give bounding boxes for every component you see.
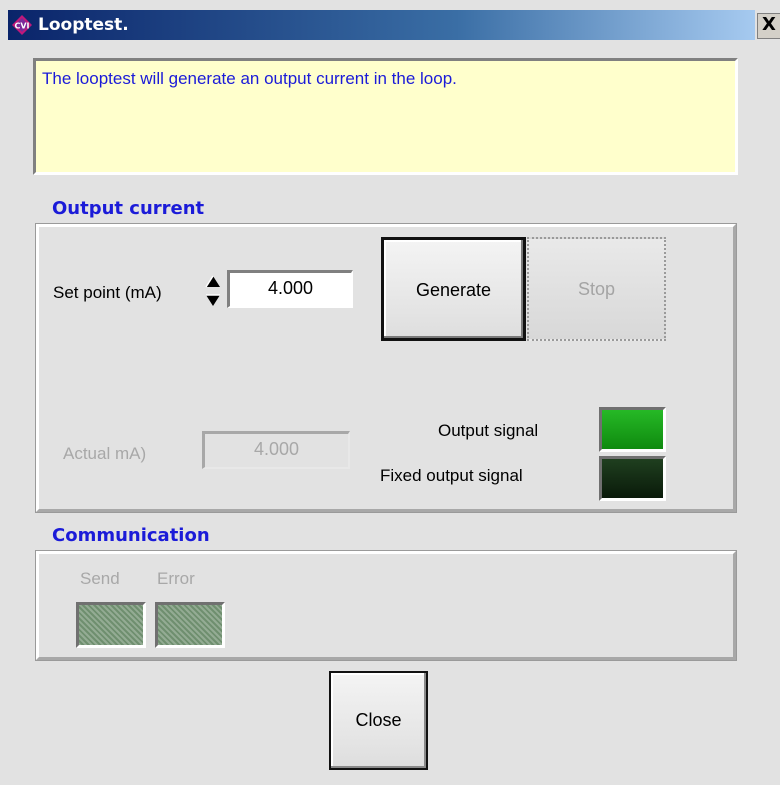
generate-button[interactable]: Generate	[381, 237, 526, 341]
spinner-down-arrow-icon[interactable]	[204, 292, 222, 308]
actual-ma-value: 4.000	[202, 431, 350, 469]
svg-text:CVI: CVI	[14, 22, 29, 31]
close-window-button[interactable]: X	[757, 13, 780, 39]
send-indicator-led	[76, 602, 146, 648]
window-title: Looptest.	[38, 15, 129, 35]
output-current-section-label: Output current	[52, 198, 205, 219]
stop-button[interactable]: Stop	[527, 237, 666, 341]
close-button[interactable]: Close	[329, 671, 428, 770]
setpoint-input[interactable]: 4.000	[227, 270, 353, 308]
error-label: Error	[157, 569, 195, 588]
message-box: The looptest will generate an output cur…	[33, 58, 738, 175]
output-signal-label: Output signal	[438, 421, 539, 440]
looptest-dialog: CVI Looptest. X The looptest will genera…	[0, 0, 780, 785]
title-bar[interactable]: CVI Looptest.	[8, 10, 755, 40]
communication-section-label: Communication	[52, 525, 210, 546]
error-indicator-led	[155, 602, 225, 648]
fixed-output-signal-led	[599, 456, 666, 501]
setpoint-label: Set point (mA)	[53, 283, 162, 302]
output-signal-led	[599, 407, 666, 452]
cvi-diamond-icon: CVI	[12, 15, 32, 35]
setpoint-spinner[interactable]	[204, 274, 224, 310]
spinner-up-arrow-icon[interactable]	[204, 274, 222, 290]
actual-ma-label: Actual mA)	[63, 444, 147, 463]
fixed-output-signal-label: Fixed output signal	[380, 466, 523, 485]
send-label: Send	[80, 569, 120, 588]
